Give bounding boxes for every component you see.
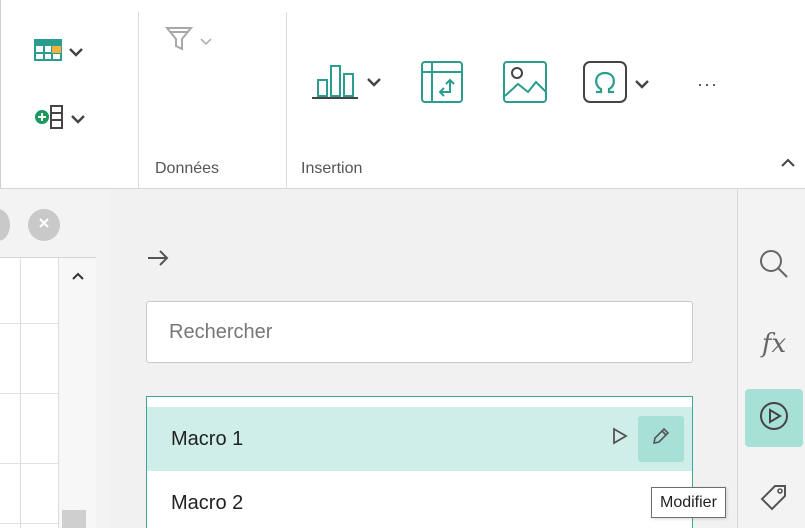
pencil-icon: [651, 426, 671, 452]
function-button[interactable]: fx: [745, 315, 803, 373]
picture-icon: [502, 60, 548, 109]
search-placeholder: Rechercher: [169, 320, 273, 343]
insert-column-button[interactable]: [34, 104, 86, 135]
chevron-down-icon: [366, 74, 382, 92]
grid-line: [0, 523, 58, 524]
find-button[interactable]: [745, 237, 803, 295]
search-icon: [758, 248, 790, 285]
macros-button[interactable]: [745, 389, 803, 447]
arrow-right-icon: [146, 250, 170, 271]
macro-actions: [604, 416, 684, 462]
play-circle-icon: [758, 400, 790, 437]
ribbon-toolbar: Données ··· Insertion: [0, 0, 805, 189]
function-icon: fx: [761, 329, 787, 359]
table-icon: [34, 38, 62, 67]
tooltip: Modifier: [651, 487, 726, 518]
group-label-data: Données: [155, 160, 220, 177]
group-label-insert: Insertion: [301, 160, 363, 177]
collapse-ribbon-button[interactable]: [779, 155, 797, 173]
filter-button[interactable]: [164, 26, 213, 57]
grid-line: [0, 323, 58, 324]
close-button[interactable]: [28, 209, 60, 241]
chart-button[interactable]: [310, 60, 382, 105]
sheet-tab-control[interactable]: [0, 209, 10, 241]
filter-icon: [164, 26, 194, 57]
list-item[interactable]: Macro 2: [147, 471, 692, 528]
pivot-table-button[interactable]: [420, 60, 464, 109]
bar-chart-icon: [310, 60, 360, 105]
insert-column-icon: [34, 104, 64, 135]
macro-label: Macro 1: [171, 427, 244, 450]
picture-button[interactable]: [502, 60, 548, 109]
chevron-down-icon: [634, 76, 650, 94]
play-icon: [612, 427, 628, 451]
tag-icon: [759, 482, 789, 517]
run-macro-button[interactable]: [604, 416, 636, 462]
edit-macro-button[interactable]: [638, 416, 684, 462]
group-separator: [138, 12, 139, 188]
pivot-table-icon: [420, 60, 464, 109]
macro-list: Macro 1 Macro 2: [146, 396, 693, 528]
search-input[interactable]: Rechercher: [146, 301, 693, 363]
tag-button[interactable]: [745, 470, 803, 528]
symbol-button[interactable]: [582, 60, 650, 109]
scrollbar-thumb[interactable]: [62, 510, 86, 528]
chevron-down-icon: [70, 111, 86, 129]
group-separator: [286, 12, 287, 188]
ribbon-left-border: [0, 0, 1, 189]
chevron-up-icon: [779, 155, 797, 172]
cell-grid[interactable]: [0, 257, 96, 528]
scroll-up-icon[interactable]: [71, 268, 85, 286]
back-button[interactable]: [146, 249, 170, 272]
spreadsheet-area: [0, 189, 110, 528]
grid-line: [0, 393, 58, 394]
macros-panel: Rechercher Macro 1 Macro 2: [110, 189, 737, 528]
table-button[interactable]: [34, 38, 84, 67]
vertical-scrollbar[interactable]: [58, 258, 96, 528]
chevron-down-icon: [68, 44, 84, 62]
grid-line: [0, 463, 58, 464]
right-sidebar: fx: [737, 189, 805, 528]
macro-label: Macro 2: [171, 491, 244, 514]
chevron-down-icon: [199, 33, 213, 51]
omega-icon: [582, 60, 628, 109]
list-item[interactable]: Macro 1: [147, 407, 692, 471]
more-button[interactable]: ···: [697, 74, 718, 95]
close-icon: [37, 216, 51, 235]
